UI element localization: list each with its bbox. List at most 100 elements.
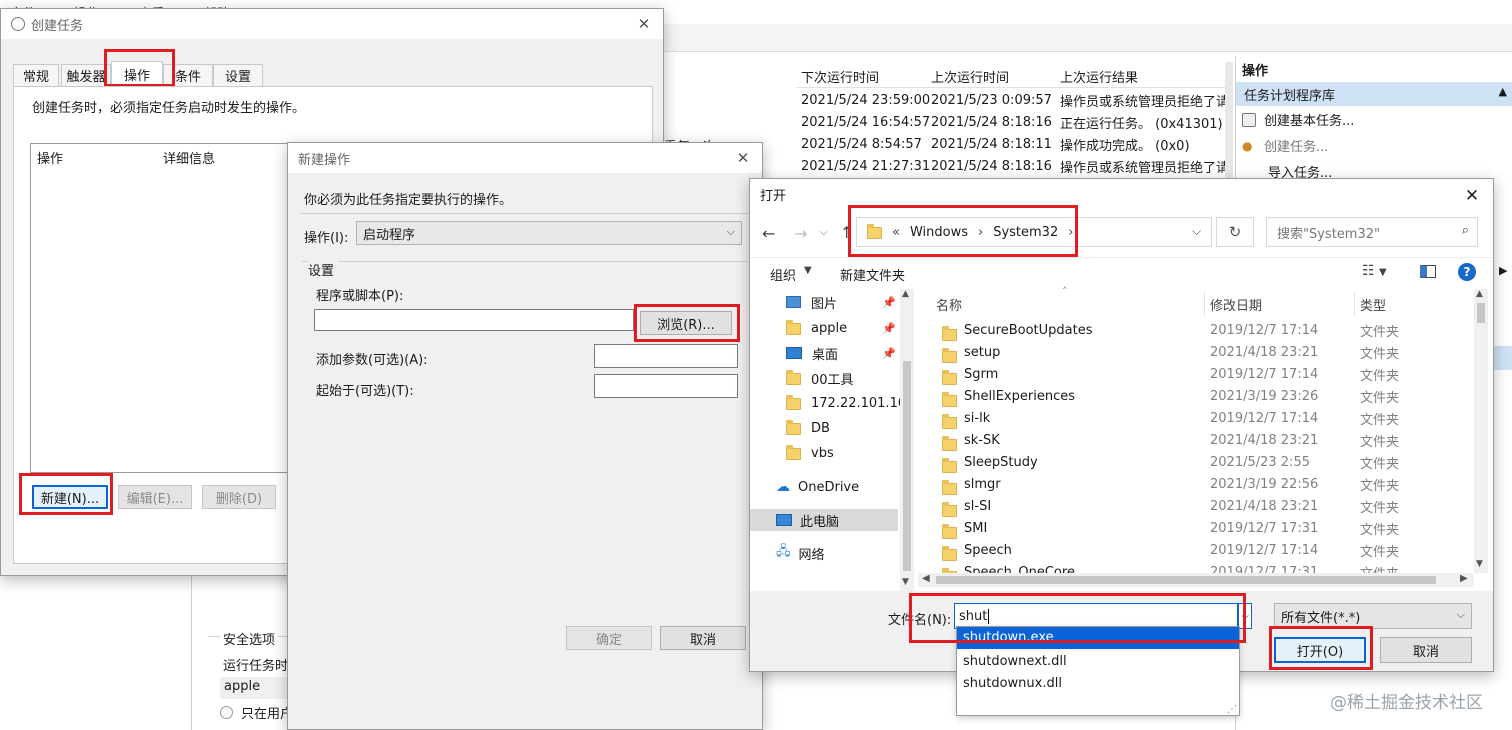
scroll-left-icon[interactable]: ◀ bbox=[922, 573, 930, 584]
file-row[interactable]: sk-SK 2021/4/18 23:21 文件夹 bbox=[922, 429, 1472, 451]
nav-item-onedrive[interactable]: ☁ OneDrive bbox=[750, 476, 916, 498]
address-bar[interactable]: « Windows › System32 › bbox=[856, 217, 1212, 247]
col-last-result[interactable]: 上次运行结果 bbox=[1060, 67, 1138, 86]
breadcrumb-separator-icon[interactable]: › bbox=[1068, 225, 1073, 240]
suggestion-item[interactable]: shutdown.exe bbox=[957, 627, 1239, 649]
help-icon[interactable]: ? bbox=[1458, 263, 1476, 281]
nav-item-pictures[interactable]: 图片 📌 bbox=[750, 291, 916, 313]
expand-arrow-icon[interactable]: ▶ bbox=[1499, 264, 1507, 277]
nav-item-network-share[interactable]: 172.22.101.106 bbox=[750, 392, 916, 414]
forward-icon[interactable]: → bbox=[794, 224, 807, 243]
collapse-icon[interactable]: ▲ bbox=[1499, 85, 1507, 98]
file-row[interactable]: Sgrm 2019/12/7 17:14 文件夹 bbox=[922, 363, 1472, 385]
delete-action-button[interactable]: 删除(D) bbox=[202, 485, 276, 509]
close-icon[interactable]: ✕ bbox=[633, 13, 655, 35]
pin-icon[interactable]: 📌 bbox=[882, 322, 896, 335]
breadcrumb-system32[interactable]: System32 bbox=[993, 225, 1058, 240]
refresh-button[interactable]: ↻ bbox=[1216, 217, 1254, 247]
edit-action-button[interactable]: 编辑(E)... bbox=[118, 485, 192, 509]
col-action[interactable]: 操作 bbox=[37, 148, 63, 167]
nav-item-apple[interactable]: apple 📌 bbox=[750, 317, 916, 339]
file-row[interactable]: SleepStudy 2021/5/23 2:55 文件夹 bbox=[922, 451, 1472, 473]
nav-scroll-thumb[interactable] bbox=[903, 361, 911, 571]
view-options-icon[interactable]: ☷ ▼ bbox=[1362, 263, 1387, 279]
nav-item-this-pc[interactable]: 此电脑 bbox=[750, 509, 898, 531]
col-last-run[interactable]: 上次运行时间 bbox=[931, 67, 1009, 86]
col-name[interactable]: 名称 bbox=[936, 295, 962, 314]
scroll-down-icon[interactable]: ▼ bbox=[1476, 559, 1483, 569]
file-row[interactable]: sl-SI 2021/4/18 23:21 文件夹 bbox=[922, 495, 1472, 517]
file-row[interactable]: slmgr 2021/3/19 22:56 文件夹 bbox=[922, 473, 1472, 495]
scroll-down-icon[interactable]: ▼ bbox=[902, 577, 909, 587]
search-icon[interactable]: ⌕ bbox=[1462, 223, 1469, 238]
cancel-button[interactable]: 取消 bbox=[1380, 637, 1472, 663]
start-in-input[interactable] bbox=[594, 374, 738, 398]
file-row[interactable]: Speech 2019/12/7 17:14 文件夹 bbox=[922, 539, 1472, 561]
suggestion-item[interactable]: shutdownext.dll bbox=[957, 651, 1239, 673]
nav-item-tools[interactable]: 00工具 bbox=[750, 367, 916, 389]
search-input[interactable]: 搜索"System32" ⌕ bbox=[1266, 217, 1478, 247]
program-input[interactable] bbox=[314, 309, 634, 331]
suggestion-item[interactable]: shutdownux.dll bbox=[957, 673, 1239, 695]
table-row[interactable]: 2021/5/24 23:59:00 2021/5/23 0:09:57 操作员… bbox=[797, 89, 1225, 111]
new-folder-button[interactable]: 新建文件夹 bbox=[840, 265, 905, 284]
file-row[interactable]: setup 2021/4/18 23:21 文件夹 bbox=[922, 341, 1472, 363]
tab-settings[interactable]: 设置 bbox=[213, 64, 263, 86]
up-icon[interactable]: ↑ bbox=[840, 223, 853, 242]
browse-button[interactable]: 浏览(R)... bbox=[640, 311, 732, 335]
cancel-button[interactable]: 取消 bbox=[660, 626, 746, 650]
new-action-button[interactable]: 新建(N)... bbox=[32, 485, 108, 509]
action-create-basic[interactable]: 创建基本任务... bbox=[1242, 110, 1354, 129]
resize-grip-icon[interactable]: ⋰ bbox=[1227, 704, 1237, 715]
nav-scrollbar[interactable]: ▲ ▼ bbox=[900, 289, 914, 591]
last-result-cell: 操作员或系统管理员拒绝了请 bbox=[1060, 160, 1225, 176]
address-history-chevron-icon[interactable]: ⌵ bbox=[1192, 224, 1201, 239]
tab-actions[interactable]: 操作 bbox=[111, 61, 163, 87]
close-icon[interactable]: ✕ bbox=[732, 147, 754, 169]
file-row[interactable]: SecureBootUpdates 2019/12/7 17:14 文件夹 bbox=[922, 319, 1472, 341]
nav-item-vbs[interactable]: vbs bbox=[750, 442, 916, 464]
organize-menu[interactable]: 组织 ▼ bbox=[770, 265, 812, 284]
action-type-select[interactable]: 启动程序 ⌵ bbox=[356, 221, 742, 245]
filetype-select[interactable]: 所有文件(*.*) ⌵ bbox=[1274, 603, 1472, 629]
tab-triggers[interactable]: 触发器 bbox=[61, 64, 111, 86]
arguments-input[interactable] bbox=[594, 344, 738, 368]
col-details[interactable]: 详细信息 bbox=[163, 148, 215, 167]
filename-history-dropdown[interactable]: ⌵ bbox=[1238, 603, 1252, 629]
action-create-task[interactable]: ● 创建任务... bbox=[1242, 136, 1328, 156]
table-row[interactable]: 2021/5/24 21:27:31 2021/5/24 8:18:16 操作员… bbox=[797, 155, 1225, 177]
breadcrumb-separator-icon[interactable]: › bbox=[978, 225, 983, 240]
file-scroll-thumb[interactable] bbox=[1477, 303, 1485, 323]
open-button[interactable]: 打开(O) bbox=[1274, 637, 1366, 663]
col-type[interactable]: 类型 bbox=[1360, 295, 1386, 314]
actions-section-header[interactable]: 任务计划程序库 ▲ bbox=[1236, 82, 1512, 106]
col-next-run[interactable]: 下次运行时间 bbox=[801, 67, 879, 86]
nav-item-network[interactable]: 🖧 网络 bbox=[750, 542, 916, 564]
breadcrumb-windows[interactable]: Windows bbox=[910, 225, 968, 240]
task-list-vscroll[interactable] bbox=[1225, 62, 1233, 182]
scroll-up-icon[interactable]: ▲ bbox=[1476, 289, 1483, 299]
file-list-hscrollbar[interactable]: ◀ ▶ bbox=[918, 573, 1474, 587]
ok-button[interactable]: 确定 bbox=[566, 626, 652, 650]
file-row[interactable]: si-lk 2019/12/7 17:14 文件夹 bbox=[922, 407, 1472, 429]
pin-icon[interactable]: 📌 bbox=[882, 296, 896, 309]
preview-pane-icon[interactable] bbox=[1420, 265, 1436, 278]
tab-general[interactable]: 常规 bbox=[13, 64, 59, 86]
table-row[interactable]: 2021/5/24 8:54:57 2021/5/24 8:18:11 操作成功… bbox=[797, 133, 1225, 155]
nav-item-desktop[interactable]: 桌面 📌 bbox=[750, 342, 916, 364]
hscroll-thumb[interactable] bbox=[936, 576, 1436, 584]
scroll-right-icon[interactable]: ▶ bbox=[1460, 573, 1468, 584]
file-row[interactable]: SMI 2019/12/7 17:31 文件夹 bbox=[922, 517, 1472, 539]
pin-icon[interactable]: 📌 bbox=[882, 347, 896, 360]
back-icon[interactable]: ← bbox=[762, 224, 775, 243]
recent-chevron-icon[interactable]: ⌵ bbox=[820, 227, 828, 238]
file-row[interactable]: Speech_OneCore 2019/12/7 17:31 文件夹 bbox=[922, 561, 1472, 573]
file-list-vscrollbar[interactable]: ▲ ▼ bbox=[1474, 289, 1488, 573]
col-date[interactable]: 修改日期 bbox=[1210, 295, 1262, 314]
nav-item-db[interactable]: DB bbox=[750, 417, 916, 439]
close-icon[interactable]: ✕ bbox=[1461, 185, 1483, 207]
file-row[interactable]: ShellExperiences 2021/3/19 23:26 文件夹 bbox=[922, 385, 1472, 407]
scroll-up-icon[interactable]: ▲ bbox=[902, 289, 909, 299]
tab-conditions[interactable]: 条件 bbox=[163, 64, 213, 86]
table-row[interactable]: 2021/5/24 16:54:57 2021/5/24 8:18:16 正在运… bbox=[797, 111, 1225, 133]
